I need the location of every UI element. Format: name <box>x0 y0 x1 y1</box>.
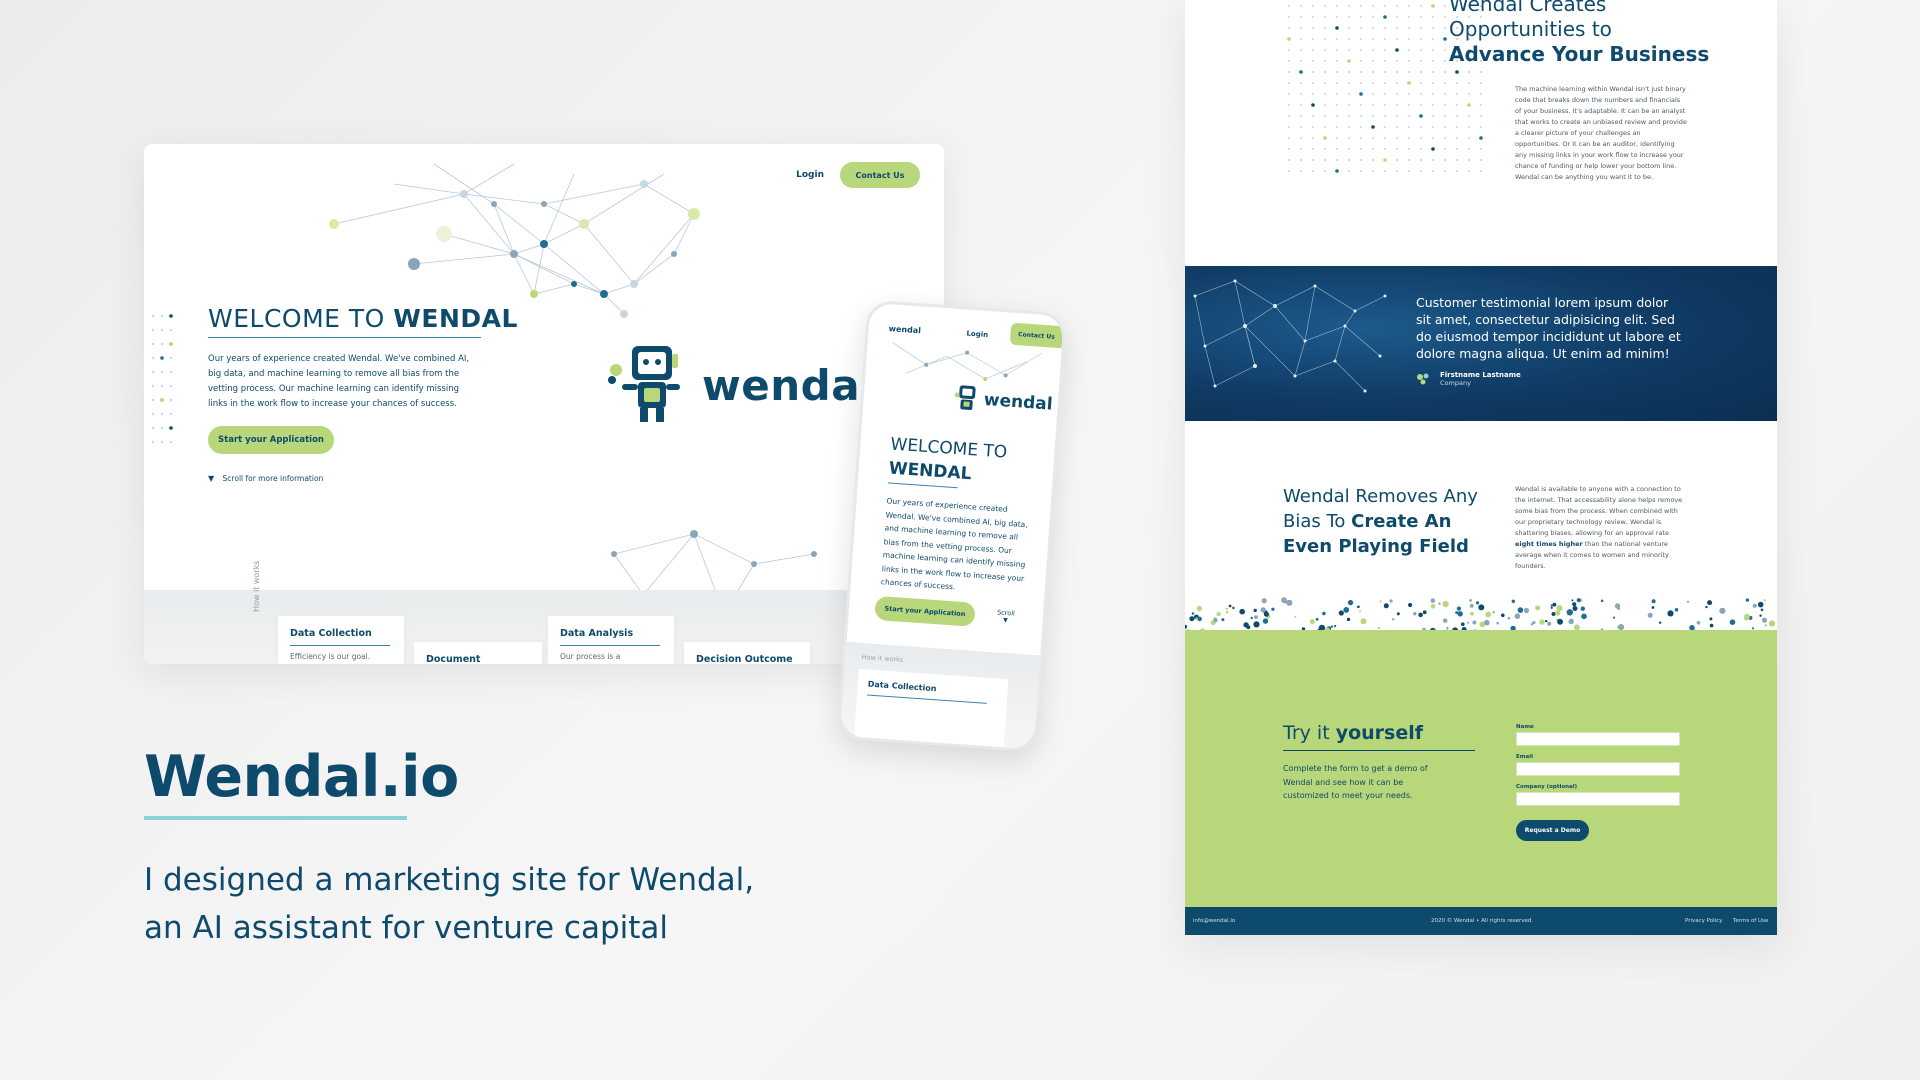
testimonial-section: Customer testimonial lorem ipsum dolor s… <box>1185 266 1777 421</box>
card-divider <box>560 645 660 646</box>
how-it-works-label: How it works <box>252 560 261 612</box>
company-field[interactable] <box>1516 792 1680 806</box>
name-label: Name <box>1516 724 1534 730</box>
triangle-down-icon: ▼ <box>208 474 215 483</box>
site-footer: info@wendal.io 2020 © Wendal • All right… <box>1185 907 1777 935</box>
start-application-button[interactable]: Start your Application <box>208 426 334 454</box>
request-demo-button[interactable]: Request a Demo <box>1516 820 1589 841</box>
robot-mascot-icon <box>608 346 680 422</box>
desktop-nav: Login Contact Us <box>796 162 920 188</box>
scroll-hint[interactable]: ▼ Scroll for more information <box>208 474 323 483</box>
wendal-wordmark: wendal <box>702 360 875 410</box>
project-description: I designed a marketing site for Wendal, … <box>144 862 755 946</box>
testimonial-quote: Customer testimonial lorem ipsum dolor s… <box>1416 295 1681 361</box>
email-field[interactable] <box>1516 762 1680 776</box>
contact-us-button[interactable]: Contact Us <box>840 162 920 188</box>
company-label: Company (optional) <box>1516 784 1578 790</box>
card-data-collection[interactable]: Data Collection Efficiency is our goal. <box>278 616 404 664</box>
name-field[interactable] <box>1516 732 1680 746</box>
footer-email-link[interactable]: info@wendal.io <box>1193 918 1235 924</box>
testimonial-author: Firstname Lastname Company <box>1416 371 1521 387</box>
phone-mockup: wendal Login Contact Us wendal WELCOME T… <box>836 299 1068 753</box>
desktop-mockup: Login Contact Us WELCOME TO WENDAL Our y… <box>144 144 944 664</box>
phone-contact-button[interactable]: Contact Us <box>1009 322 1064 349</box>
phone-wendal-logo: wendal <box>953 383 1054 420</box>
email-label: Email <box>1516 754 1533 760</box>
try-divider <box>1283 750 1475 751</box>
author-avatar-icon <box>1417 373 1429 385</box>
card-divider <box>290 645 390 646</box>
dot-pattern <box>151 314 173 444</box>
footer-terms-link[interactable]: Terms of Use <box>1733 918 1768 924</box>
demo-section <box>1185 630 1777 907</box>
constellation-graphic <box>1193 279 1387 393</box>
title-underline <box>144 816 407 820</box>
hero-description: Our years of experience created Wendal. … <box>208 354 470 409</box>
card-document-collection[interactable]: Document Collection <box>414 642 542 664</box>
phone-wordmark: wendal <box>983 389 1054 415</box>
phone-scroll-hint[interactable]: Scroll ▼ <box>996 608 1015 624</box>
card-decision-outcome[interactable]: Decision Outcome <box>684 642 810 664</box>
phone-card-data-collection[interactable]: Data Collection <box>853 668 1009 750</box>
welcome-heading: WELCOME TO WENDAL <box>208 304 518 333</box>
opportunities-text: The machine learning within Wendal isn't… <box>1515 85 1687 181</box>
triangle-down-icon: ▼ <box>1002 616 1008 625</box>
try-description: Complete the form to get a demo of Wenda… <box>1283 764 1428 800</box>
card-data-analysis[interactable]: Data Analysis Our process is a <box>548 616 674 664</box>
how-it-works-band <box>144 590 944 664</box>
fullpage-mockup: Wendal Creates Opportunities to Advance … <box>1185 0 1777 935</box>
phone-login-link[interactable]: Login <box>966 330 988 339</box>
bias-text: Wendal is available to anyone with a con… <box>1515 485 1683 570</box>
bias-heading: Wendal Removes Any Bias To Create An Eve… <box>1283 486 1478 557</box>
login-link[interactable]: Login <box>796 170 824 180</box>
robot-mascot-icon <box>954 385 976 410</box>
opportunities-heading: Wendal Creates Opportunities to Advance … <box>1449 0 1710 66</box>
card-divider <box>866 694 987 704</box>
wendal-logo: wendal <box>604 340 875 430</box>
footer-copyright: 2020 © Wendal • All rights reserved. <box>1431 918 1534 924</box>
project-title: Wendal.io <box>144 744 459 810</box>
phone-start-application-button[interactable]: Start your Application <box>874 595 976 627</box>
welcome-divider <box>208 337 481 338</box>
phone-welcome-heading: WELCOME TO WENDAL <box>888 434 1008 485</box>
try-heading: Try it yourself <box>1283 722 1423 744</box>
phone-hero-description: Our years of experience created Wendal. … <box>880 496 1029 592</box>
footer-privacy-link[interactable]: Privacy Policy <box>1685 918 1722 924</box>
